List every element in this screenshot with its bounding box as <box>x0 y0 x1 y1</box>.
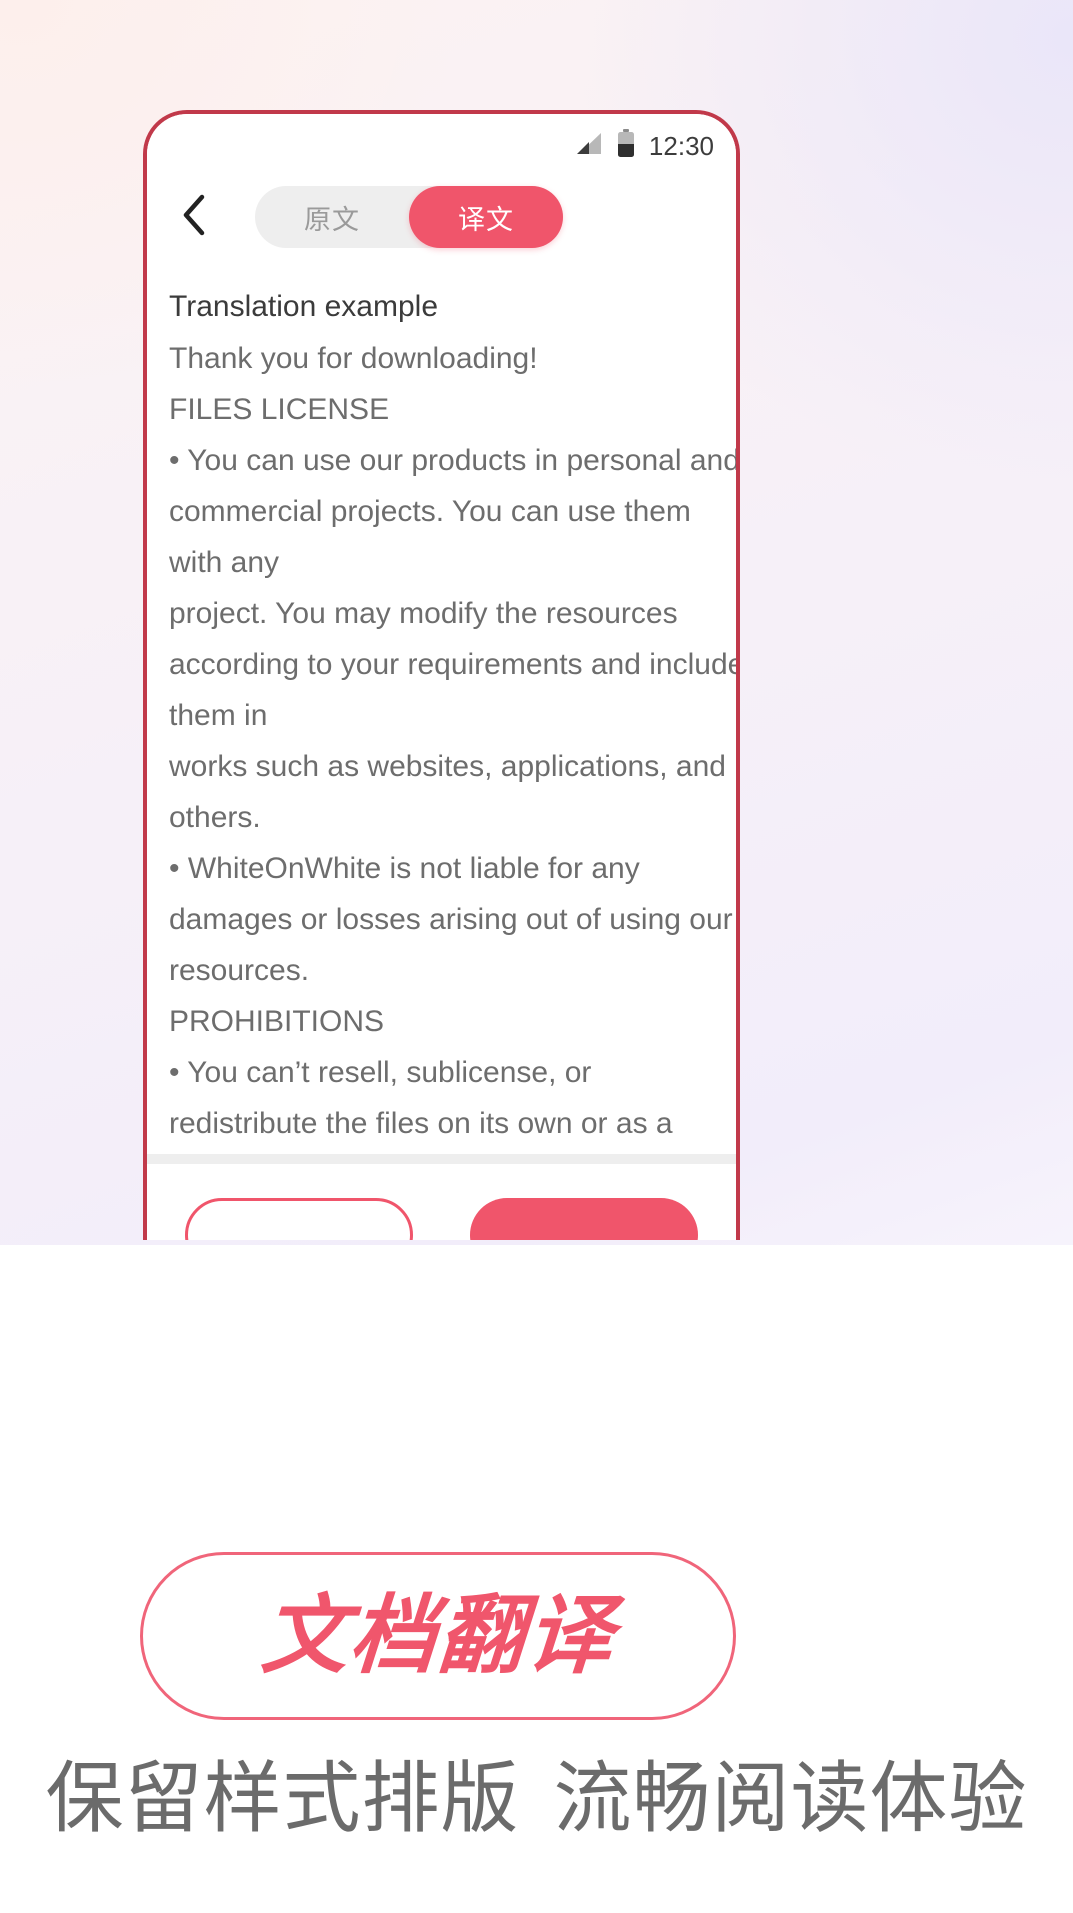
tab-translated-text[interactable]: 译文 <box>409 186 563 248</box>
document-line: with any <box>169 546 280 579</box>
tagline-right: 流畅阅读体验 <box>553 1754 1028 1844</box>
document-line: works such as websites, applications, an… <box>169 750 726 783</box>
translation-mode-segmented-control: 原文 译文 <box>255 186 563 248</box>
tagline-left: 保留样式排版 <box>45 1754 520 1844</box>
status-bar-time: 12:30 <box>648 130 714 161</box>
document-line: resources. <box>169 954 310 987</box>
primary-action-button[interactable] <box>470 1198 698 1240</box>
document-line: project. You may modify the resources <box>169 597 678 630</box>
document-line: them in <box>169 699 268 732</box>
content-divider <box>147 1154 736 1164</box>
document-line: others. <box>169 801 261 834</box>
battery-icon <box>616 128 636 164</box>
document-line: PROHIBITIONS <box>169 1005 385 1038</box>
document-line: damages or losses arising out of using o… <box>169 903 733 936</box>
document-line: according to your requirements and inclu… <box>169 648 736 681</box>
status-bar: 12:30 <box>147 114 736 168</box>
promo-tagline: 保留样式排版 流畅阅读体验 <box>0 1736 1073 1848</box>
document-line: Thank you for downloading! <box>169 342 538 375</box>
signal-bars-icon <box>575 132 603 161</box>
document-line: • WhiteOnWhite is not liable for any <box>169 852 640 885</box>
secondary-action-button[interactable] <box>185 1198 413 1240</box>
document-line: commercial projects. You can use them <box>169 495 691 528</box>
document-line: • You can use our products in personal a… <box>169 444 736 477</box>
phone-mockup-frame: 12:30 原文 译文 Translation example Thank yo… <box>143 110 740 1240</box>
back-button[interactable] <box>169 192 219 242</box>
promo-pill: 文档翻译 <box>140 1552 736 1720</box>
back-chevron-icon <box>181 193 207 242</box>
promo-headline: 文档翻译 <box>258 1586 618 1686</box>
bottom-action-bar <box>147 1164 736 1240</box>
document-content-area[interactable]: Translation example Thank you for downlo… <box>147 266 736 1164</box>
phone-screen: 12:30 原文 译文 Translation example Thank yo… <box>147 114 736 1240</box>
document-title: Translation example <box>169 290 439 323</box>
document-line: redistribute the files on its own or as … <box>169 1107 673 1140</box>
nav-bar: 原文 译文 <box>147 168 736 266</box>
document-line: FILES LICENSE <box>169 393 390 426</box>
document-line: • You can’t resell, sublicense, or <box>169 1056 592 1089</box>
tab-original-text[interactable]: 原文 <box>255 186 409 248</box>
